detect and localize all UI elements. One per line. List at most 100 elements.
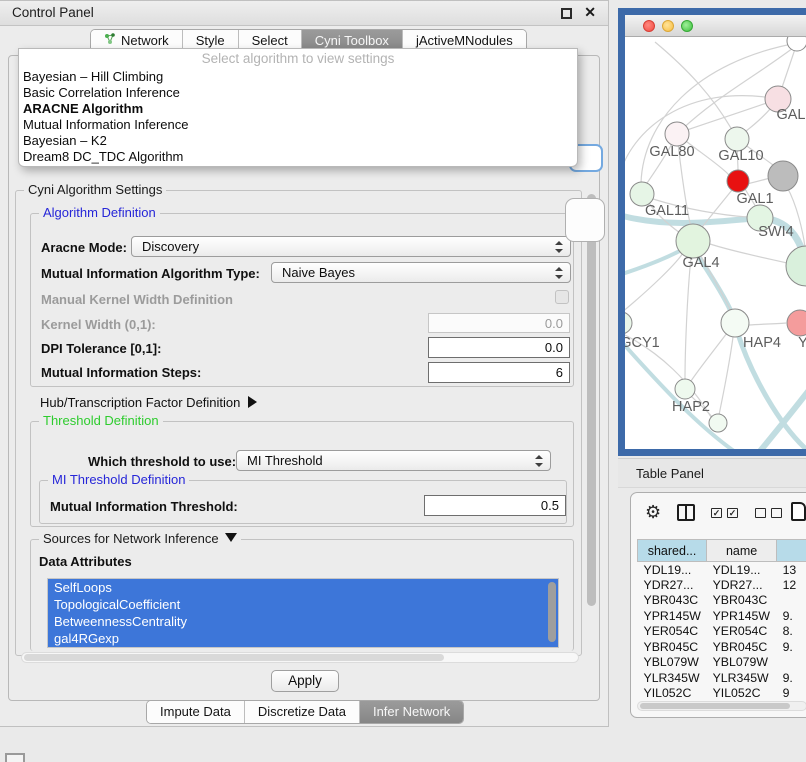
table-cell: YDR27... [707,577,777,593]
table-window: ⚙ ✓ ✓ shared...name YDL19...YDL19...13YD… [630,492,806,718]
node-label-gal1: GAL1 [736,191,773,207]
table-cell: 9. [777,639,806,655]
algorithm-option-dream8-dc-tdc-algorithm[interactable]: Dream8 DC_TDC Algorithm [19,149,577,165]
stepper-icon [555,267,564,279]
tab-discretize-data[interactable]: Discretize Data [245,701,360,723]
network-node-hap4[interactable] [721,309,749,337]
column-header-extra[interactable] [777,540,806,562]
table-row[interactable]: YDL19...YDL19...13 [638,562,806,578]
group-title: Algorithm Definition [39,205,160,220]
table-cell: YIL052C [638,686,707,700]
network-node[interactable] [786,246,806,286]
dropdown-prompt: Select algorithm to view settings [19,49,577,69]
bottom-tab-bar: Impute DataDiscretize DataInfer Network [146,700,464,724]
data-attribute-selfloops[interactable]: SelfLoops [48,579,558,596]
table-row[interactable]: YBL079WYBL079W [638,655,806,671]
mi-algorithm-type-combobox[interactable]: Naive Bayes [271,262,571,283]
group-title: Threshold Definition [39,413,163,428]
apply-button[interactable]: Apply [271,670,339,692]
minimize-traffic-light-icon[interactable] [662,20,674,32]
dpi-tolerance-field[interactable] [428,337,570,358]
mi-threshold-definition-group: MI Threshold Definition Mutual Informati… [39,480,567,524]
which-threshold-combobox[interactable]: MI Threshold [236,450,551,471]
table-cell: YBL079W [707,655,777,671]
table-row[interactable]: YBR045CYBR045C9. [638,639,806,655]
cyni-algorithm-settings-group: Cyni Algorithm Settings Algorithm Defini… [15,190,582,656]
mi-steps-label: Mutual Information Steps: [41,365,201,380]
network-window-titlebar[interactable] [625,15,806,37]
float-panel-icon[interactable] [561,8,572,19]
settings-horizontal-scrollbar[interactable] [21,652,579,663]
list-scrollbar[interactable] [548,582,556,642]
data-attribute-gal4rgexp[interactable]: gal4RGexp [48,630,558,647]
column-header-name[interactable]: name [707,540,777,562]
table-row[interactable]: YLR345WYLR345W9. [638,670,806,686]
table-cell: 12 [777,577,806,593]
table-cell: YLR345W [638,670,707,686]
mi-threshold-field[interactable] [424,495,566,516]
manual-kernel-checkbox[interactable] [555,290,569,304]
table-cell: YBL079W [638,655,707,671]
group-title: MI Threshold Definition [48,472,189,487]
node-attribute-table: shared...name YDL19...YDL19...13YDR27...… [637,539,806,699]
aracne-mode-combobox[interactable]: Discovery [131,236,571,257]
algorithm-option-bayesian-k2[interactable]: Bayesian – K2 [19,133,577,149]
algorithm-option-mutual-information-inference[interactable]: Mutual Information Inference [19,117,577,133]
node-label-gcy1: GCY1 [625,335,660,351]
chevron-right-icon [248,396,257,408]
table-scroll-area[interactable]: shared...name YDL19...YDL19...13YDR27...… [631,493,806,699]
node-label-y: Y [798,335,806,351]
settings-vertical-scrollbar[interactable] [586,192,597,650]
panel-title: Control Panel [12,5,94,20]
column-header-shared[interactable]: shared... [638,540,707,562]
table-cell: YBR045C [638,639,707,655]
node-label-gal4: GAL4 [682,255,719,271]
table-row[interactable]: YER054CYER054C8. [638,624,806,640]
network-node[interactable] [625,312,632,334]
data-attributes-list[interactable]: SelfLoopsTopologicalCoefficientBetweenne… [47,578,559,648]
manual-kernel-label: Manual Kernel Width Definition [41,292,233,307]
algorithm-option-basic-correlation-inference[interactable]: Basic Correlation Inference [19,85,577,101]
network-node[interactable] [709,414,727,432]
network-node[interactable] [787,37,806,51]
table-cell: YIL052C [707,686,777,700]
network-node-gal80[interactable] [665,122,689,146]
zoom-traffic-light-icon[interactable] [681,20,693,32]
table-row[interactable]: YDR27...YDR27...12 [638,577,806,593]
close-icon[interactable]: ✕ [584,4,596,21]
data-attribute-topologicalcoefficient[interactable]: TopologicalCoefficient [48,596,558,613]
network-node[interactable] [787,310,806,336]
table-row[interactable]: YBR043CYBR043C [638,593,806,609]
table-panel-title: Table Panel [636,466,704,481]
network-node[interactable] [768,161,798,191]
kernel-width-label: Kernel Width (0,1): [41,317,156,332]
table-row[interactable]: YIL052CYIL052C9 [638,686,806,700]
stepper-icon [535,455,544,467]
node-label-hap4: HAP4 [743,335,781,351]
bottom-left-widget[interactable] [5,753,25,762]
network-graph: GALGAL80GAL10GAL1GAL11SWI4GAL4HAP4YGCY1H… [625,37,806,449]
tab-infer-network[interactable]: Infer Network [360,701,463,723]
data-attribute-betweennesscentrality[interactable]: BetweennessCentrality [48,613,558,630]
network-node-gal4[interactable] [676,224,710,258]
table-horizontal-scrollbar[interactable] [637,701,806,711]
hub-tf-definition-toggle[interactable]: Hub/Transcription Factor Definition [40,395,257,410]
mi-type-label: Mutual Information Algorithm Type: [41,266,260,281]
sources-toggle[interactable]: Sources for Network Inference [39,531,241,546]
node-label-gal: GAL [776,107,805,123]
hub-tf-label: Hub/Transcription Factor Definition [40,395,240,410]
table-row[interactable]: YPR145WYPR145W9. [638,608,806,624]
network-node[interactable] [727,170,749,192]
node-label-gal11: GAL11 [645,203,689,219]
mi-steps-field[interactable] [428,362,570,383]
table-cell: YBR045C [707,639,777,655]
algorithm-option-bayesian-hill-climbing[interactable]: Bayesian – Hill Climbing [19,69,577,85]
algorithm-option-aracne-algorithm[interactable]: ARACNE Algorithm [19,101,577,117]
tab-impute-data[interactable]: Impute Data [147,701,245,723]
kernel-width-field[interactable] [428,313,570,333]
mi-type-value: Naive Bayes [282,265,355,280]
network-canvas[interactable]: GALGAL80GAL10GAL1GAL11SWI4GAL4HAP4YGCY1H… [625,37,806,449]
sources-group: Sources for Network Inference Data Attri… [30,539,574,651]
close-traffic-light-icon[interactable] [643,20,655,32]
network-node-hap2[interactable] [675,379,695,399]
